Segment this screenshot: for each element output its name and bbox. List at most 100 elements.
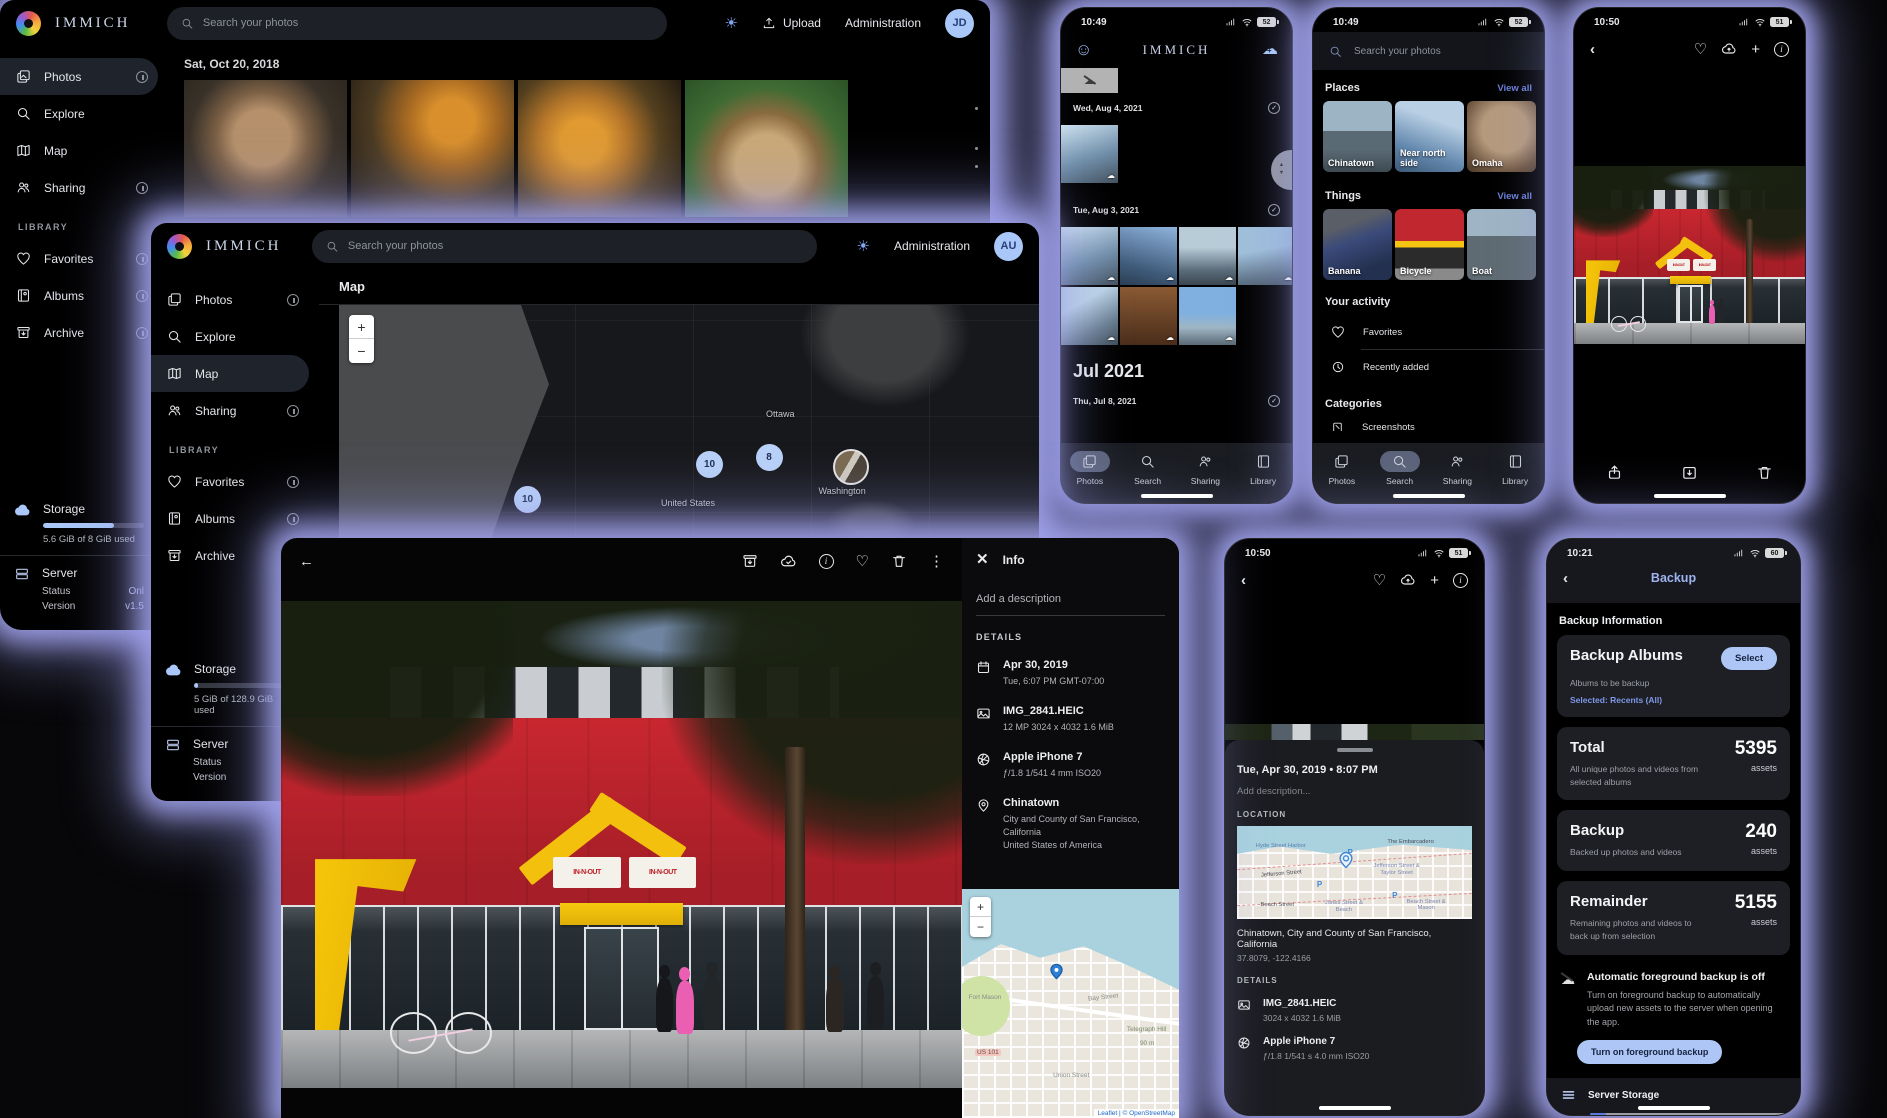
photo-thumbnail[interactable] xyxy=(518,80,681,217)
back-icon[interactable]: ‹ xyxy=(1563,570,1568,587)
photo-thumbnail[interactable] xyxy=(351,80,514,217)
nav-library[interactable]: Library xyxy=(1486,451,1544,486)
back-icon[interactable]: ‹ xyxy=(1241,572,1246,589)
theme-toggle-icon[interactable]: ☀ xyxy=(857,239,870,254)
archive-icon[interactable] xyxy=(1681,464,1698,481)
backup-cloud-icon[interactable]: ☁+ xyxy=(1262,42,1278,58)
place-tile[interactable]: Chinatown xyxy=(1323,101,1392,172)
info-icon[interactable]: i xyxy=(1453,573,1468,588)
sidebar-item-explore[interactable]: Explore xyxy=(151,318,309,355)
trash-icon[interactable] xyxy=(1756,464,1773,481)
recently-added-row[interactable]: Recently added xyxy=(1313,350,1544,384)
theme-toggle-icon[interactable]: ☀ xyxy=(724,16,737,31)
photo-thumbnail[interactable]: ☁ xyxy=(1179,227,1236,285)
administration-link[interactable]: Administration xyxy=(845,16,921,30)
profile-avatar-icon[interactable]: ☺ xyxy=(1075,40,1092,60)
nav-photos[interactable]: Photos xyxy=(1061,451,1119,486)
sidebar-item-map[interactable]: Map xyxy=(0,132,158,169)
photo-edge[interactable] xyxy=(1225,724,1484,740)
favorite-icon[interactable]: ♡ xyxy=(1694,42,1707,57)
zoom-out-button[interactable]: − xyxy=(349,339,374,363)
sidebar-item-albums[interactable]: Albums xyxy=(0,277,158,314)
photo-thumbnail[interactable]: ☁ xyxy=(1238,227,1293,285)
add-icon[interactable]: + xyxy=(1751,42,1760,57)
zoom-in-button[interactable]: + xyxy=(970,897,991,917)
select-all-icon[interactable]: ✓ xyxy=(1268,204,1280,216)
sidebar-item-photos[interactable]: Photos xyxy=(151,281,309,318)
photo-thumbnail[interactable]: ☁ xyxy=(1120,287,1177,345)
back-icon[interactable]: ‹ xyxy=(1590,41,1595,58)
search-input[interactable] xyxy=(203,17,653,29)
photo-thumbnail[interactable]: ☁ xyxy=(1061,227,1118,285)
select-all-icon[interactable]: ✓ xyxy=(1268,102,1280,114)
photo-thumbnail[interactable] xyxy=(184,80,347,217)
photo-in-n-out[interactable]: IN-N-OUTIN-N-OUT xyxy=(1574,166,1806,344)
sheet-drag-handle[interactable] xyxy=(1337,748,1373,752)
select-albums-button[interactable]: Select xyxy=(1721,647,1777,670)
favorites-row[interactable]: Favorites xyxy=(1313,315,1544,349)
description-input[interactable]: Add a description xyxy=(976,593,1165,616)
nav-search[interactable]: Search xyxy=(1119,451,1177,486)
favorite-icon[interactable]: ♡ xyxy=(856,554,869,569)
place-tile[interactable]: Omaha xyxy=(1467,101,1536,172)
sidebar-item-map[interactable]: Map xyxy=(151,355,309,392)
things-view-all[interactable]: View all xyxy=(1497,191,1532,202)
info-icon[interactable]: i xyxy=(1774,42,1789,57)
map-cluster-marker[interactable]: 10 xyxy=(514,486,541,513)
zoom-in-button[interactable]: + xyxy=(349,315,374,339)
administration-link[interactable]: Administration xyxy=(894,239,970,253)
trash-icon[interactable] xyxy=(891,553,907,569)
sidebar-item-favorites[interactable]: Favorites xyxy=(0,240,158,277)
info-icon[interactable]: i xyxy=(819,554,834,569)
nav-sharing[interactable]: Sharing xyxy=(1429,451,1487,486)
nav-library[interactable]: Library xyxy=(1234,451,1292,486)
back-icon[interactable]: ← xyxy=(299,554,314,569)
category-screenshots-row[interactable]: Screenshots xyxy=(1313,417,1544,431)
favorite-icon[interactable]: ♡ xyxy=(1373,573,1386,588)
sidebar-item-albums[interactable]: Albums xyxy=(151,500,309,537)
add-icon[interactable]: + xyxy=(1430,573,1439,588)
cloud-backup-icon[interactable] xyxy=(780,553,797,570)
sidebar-item-sharing[interactable]: Sharing xyxy=(0,169,158,206)
photo-thumbnail-partial[interactable]: ☁ xyxy=(1061,68,1118,93)
close-icon[interactable]: ✕ xyxy=(976,552,989,567)
description-input[interactable]: Add description... xyxy=(1237,786,1472,797)
archive-icon[interactable] xyxy=(742,553,758,569)
avatar[interactable]: AU xyxy=(994,232,1023,261)
nav-search[interactable]: Search xyxy=(1371,451,1429,486)
photo-thumbnail[interactable]: ☁ xyxy=(1061,287,1118,345)
map-cluster-marker[interactable]: 10 xyxy=(696,451,723,478)
select-all-icon[interactable]: ✓ xyxy=(1268,395,1280,407)
thing-tile[interactable]: Banana xyxy=(1323,209,1392,280)
avatar[interactable]: JD xyxy=(945,9,974,38)
nav-sharing[interactable]: Sharing xyxy=(1177,451,1235,486)
map-cluster-marker[interactable]: 8 xyxy=(756,444,783,471)
sidebar-item-sharing[interactable]: Sharing xyxy=(151,392,309,429)
sidebar-item-explore[interactable]: Explore xyxy=(0,95,158,132)
search-bar[interactable] xyxy=(312,230,817,263)
location-map[interactable]: Hyde Street Harbor The Embarcadero Jeffe… xyxy=(1237,826,1472,919)
cloud-upload-icon[interactable] xyxy=(1721,41,1737,57)
search-bar[interactable]: Search your photos xyxy=(1313,32,1544,70)
location-mini-map[interactable]: Fort Mason Bay Street Union Street US 10… xyxy=(962,889,1179,1118)
search-bar[interactable] xyxy=(167,7,667,40)
photo-thumbnail[interactable]: ☁ xyxy=(1120,227,1177,285)
photo-in-n-out[interactable]: IN-N-OUTIN-N-OUT xyxy=(281,601,962,1088)
more-options-icon[interactable]: ⋮ xyxy=(929,554,944,569)
nav-photos[interactable]: Photos xyxy=(1313,451,1371,486)
map-attribution[interactable]: Leaflet | © OpenStreetMap xyxy=(1094,1109,1179,1118)
place-tile[interactable]: Near north side xyxy=(1395,101,1464,172)
thing-tile[interactable]: Boat xyxy=(1467,209,1536,280)
search-input[interactable] xyxy=(348,240,803,252)
zoom-out-button[interactable]: − xyxy=(970,917,991,937)
upload-button[interactable]: Upload xyxy=(762,16,821,30)
sidebar-item-favorites[interactable]: Favorites xyxy=(151,463,309,500)
photo-thumbnail[interactable]: ☁ xyxy=(1061,125,1118,183)
photo-thumbnail[interactable]: ☁ xyxy=(1179,287,1236,345)
turn-on-foreground-backup-button[interactable]: Turn on foreground backup xyxy=(1577,1040,1722,1064)
share-icon[interactable] xyxy=(1606,464,1623,481)
location-name[interactable]: Chinatown, City and County of San Franci… xyxy=(1237,928,1472,950)
cloud-upload-icon[interactable] xyxy=(1400,572,1416,588)
sidebar-item-archive[interactable]: Archive xyxy=(0,314,158,351)
map-photo-marker[interactable] xyxy=(833,449,869,485)
